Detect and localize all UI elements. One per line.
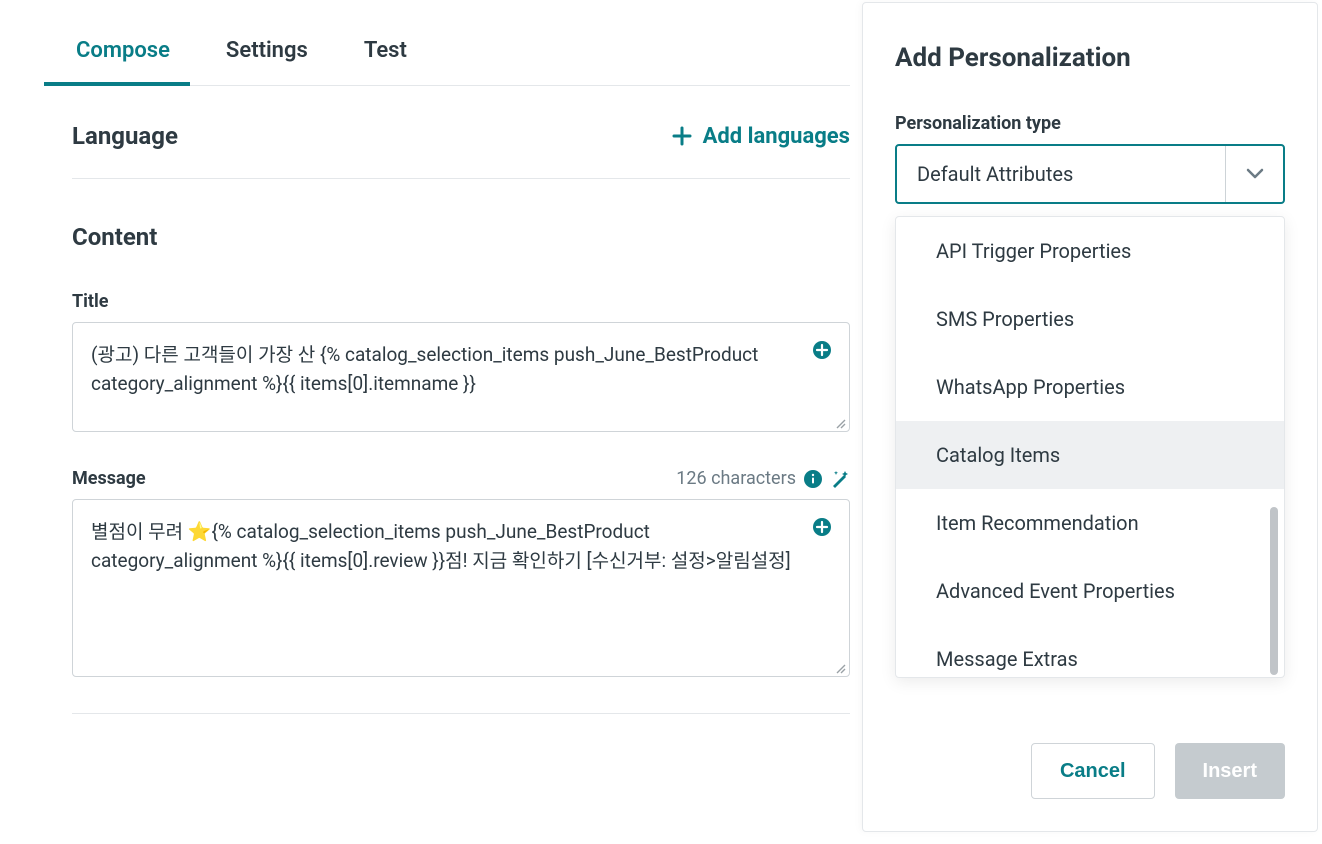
message-field-label: Message — [72, 468, 146, 489]
personalization-panel: Add Personalization Personalization type… — [862, 2, 1318, 832]
char-count: 126 characters — [676, 468, 796, 489]
personalization-type-dropdown: API Trigger Properties SMS Properties Wh… — [895, 216, 1285, 678]
select-value: Default Attributes — [897, 146, 1225, 202]
tab-compose[interactable]: Compose — [72, 20, 174, 85]
add-languages-label: Add languages — [703, 124, 850, 149]
chevron-down-icon — [1225, 146, 1283, 202]
info-icon[interactable] — [804, 470, 822, 488]
option-advanced-event-properties[interactable]: Advanced Event Properties — [896, 557, 1284, 625]
add-personalization-message-button[interactable] — [812, 517, 832, 537]
divider — [72, 178, 850, 179]
option-api-trigger-properties[interactable]: API Trigger Properties — [896, 217, 1284, 285]
insert-button[interactable]: Insert — [1175, 743, 1285, 799]
tab-settings[interactable]: Settings — [222, 20, 312, 85]
add-languages-button[interactable]: Add languages — [671, 124, 850, 149]
tabs: Compose Settings Test — [72, 20, 850, 86]
title-input[interactable]: (광고) 다른 고객들이 가장 산 {% catalog_selection_i… — [72, 322, 850, 432]
title-field-label: Title — [72, 291, 109, 312]
add-personalization-title-button[interactable] — [812, 340, 832, 360]
message-input[interactable]: 별점이 무려 ⭐{% catalog_selection_items push_… — [72, 499, 850, 677]
personalization-type-label: Personalization type — [895, 113, 1285, 134]
language-section-title: Language — [72, 122, 178, 150]
personalization-type-select[interactable]: Default Attributes — [895, 144, 1285, 204]
option-sms-properties[interactable]: SMS Properties — [896, 285, 1284, 353]
option-whatsapp-properties[interactable]: WhatsApp Properties — [896, 353, 1284, 421]
plus-icon — [671, 125, 693, 147]
option-item-recommendation[interactable]: Item Recommendation — [896, 489, 1284, 557]
panel-title: Add Personalization — [895, 43, 1285, 73]
magic-wand-icon[interactable] — [830, 469, 850, 489]
cancel-button[interactable]: Cancel — [1031, 743, 1155, 799]
option-message-extras[interactable]: Message Extras — [896, 625, 1284, 677]
scrollbar[interactable] — [1270, 507, 1278, 675]
content-section-title: Content — [72, 223, 850, 251]
option-catalog-items[interactable]: Catalog Items — [896, 421, 1284, 489]
divider — [72, 713, 850, 714]
tab-test[interactable]: Test — [360, 20, 411, 85]
